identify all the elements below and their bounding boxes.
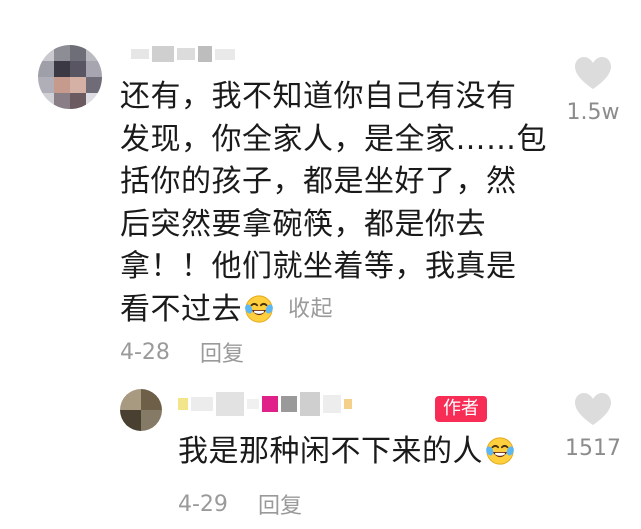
username-blurred[interactable] — [178, 392, 352, 416]
like-button[interactable]: 1.5w — [558, 56, 628, 125]
mosaic-block — [216, 392, 244, 416]
avatar-mosaic-cell — [141, 410, 162, 431]
heart-icon — [575, 393, 611, 425]
mosaic-block — [262, 396, 278, 412]
mosaic-block — [247, 399, 259, 409]
mosaic-block — [191, 397, 213, 411]
avatar-mosaic-cell — [54, 45, 70, 61]
avatar[interactable] — [120, 389, 162, 431]
avatar-mosaic-cell — [141, 389, 162, 410]
comment-line: 看不过去 — [120, 291, 242, 327]
reply-button[interactable]: 回复 — [258, 488, 302, 520]
mosaic-block — [177, 48, 195, 60]
username-blurred[interactable] — [131, 46, 235, 62]
avatar-mosaic-cell — [70, 61, 86, 77]
avatar-mosaic-cell — [38, 61, 54, 77]
laugh-cry-emoji-icon — [245, 294, 273, 323]
avatar-mosaic-cell — [54, 77, 70, 93]
mosaic-block — [152, 46, 174, 62]
avatar-mosaic-cell — [38, 93, 54, 109]
avatar-mosaic-cell — [120, 389, 141, 410]
like-count: 1517 — [565, 436, 621, 461]
mosaic-block — [344, 399, 352, 409]
avatar-mosaic-cell — [54, 61, 70, 77]
avatar-mosaic-cell — [38, 45, 54, 61]
comment-date: 4-28 — [120, 339, 170, 365]
reply-meta: 4-29 回复 — [178, 488, 302, 520]
heart-icon — [575, 57, 611, 89]
comment-last-line: 看不过去 收起 — [120, 289, 530, 332]
avatar-mosaic-cell — [86, 77, 102, 93]
avatar[interactable] — [38, 45, 102, 109]
like-button[interactable]: 1517 — [558, 392, 628, 461]
avatar-mosaic-cell — [120, 410, 141, 431]
mosaic-block — [281, 396, 297, 412]
reply-button[interactable]: 回复 — [200, 336, 244, 368]
laugh-cry-emoji-icon — [486, 437, 514, 465]
comment-line: 拿！！他们就坐着等，我真是 — [120, 249, 517, 284]
mosaic-block — [131, 49, 149, 59]
comment-line: 后突然要拿碗筷，都是你去 — [120, 206, 486, 242]
avatar-mosaic-cell — [70, 77, 86, 93]
avatar-mosaic-cell — [86, 45, 102, 61]
comment-line: 还有，我不知道你自己有没有 — [120, 79, 517, 114]
collapse-button[interactable]: 收起 — [288, 297, 333, 322]
like-count: 1.5w — [566, 100, 620, 125]
mosaic-block — [300, 392, 320, 416]
reply-text-content: 我是那种闲不下来的人 — [178, 434, 483, 469]
comment-line: 括你的孩子，都是坐好了，然 — [120, 164, 517, 199]
mosaic-block — [178, 398, 188, 410]
avatar-mosaic-cell — [54, 93, 70, 109]
avatar-mosaic-cell — [70, 93, 86, 109]
mosaic-block — [215, 48, 235, 60]
comment-line: 发现，你全家人，是全家……包 — [120, 121, 547, 157]
author-badge: 作者 — [435, 396, 487, 422]
avatar-mosaic-cell — [38, 77, 54, 93]
reply-text: 我是那种闲不下来的人 — [178, 431, 517, 473]
comment-date: 4-29 — [178, 491, 228, 517]
comment-text: 还有，我不知道你自己有没有 发现，你全家人，是全家……包 括你的孩子，都是坐好了… — [120, 76, 547, 332]
avatar-mosaic-cell — [86, 61, 102, 77]
mosaic-block — [198, 46, 212, 62]
avatar-mosaic-cell — [86, 93, 102, 109]
comment-meta: 4-28 回复 — [120, 336, 244, 368]
avatar-mosaic-cell — [70, 45, 86, 61]
mosaic-block — [323, 395, 341, 413]
